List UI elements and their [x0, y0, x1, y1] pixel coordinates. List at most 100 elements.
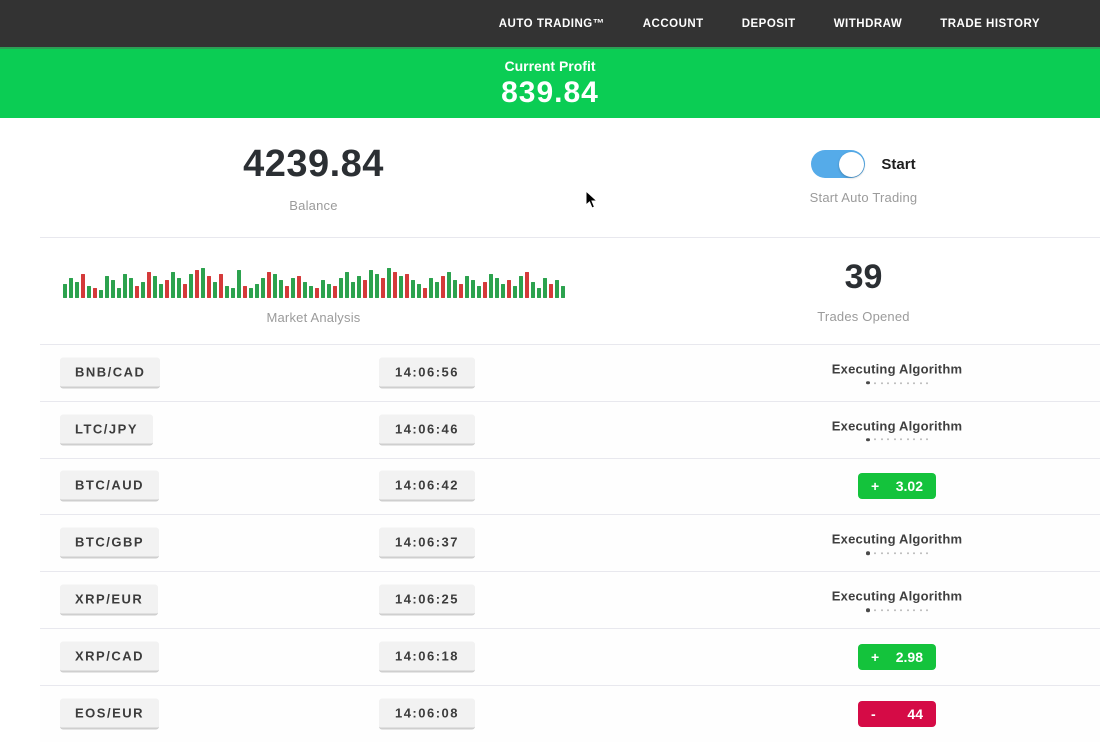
nav-item-trade-history[interactable]: TRADE HISTORY — [940, 18, 1040, 30]
time-badge: 14:06:46 — [379, 414, 475, 445]
candle-bar — [363, 280, 367, 298]
progress-dot — [920, 552, 922, 554]
executing-algorithm-label: Executing Algorithm — [832, 418, 962, 433]
result-zone: -44 — [797, 701, 997, 727]
candle-bar — [177, 278, 181, 298]
trade-row: XRP/EUR14:06:25Executing Algorithm — [40, 572, 1100, 629]
balance-value: 4239.84 — [243, 143, 384, 186]
candle-bar — [375, 274, 379, 298]
progress-dot — [900, 552, 902, 554]
nav-item-account[interactable]: ACCOUNT — [643, 18, 704, 30]
candle-bar — [399, 276, 403, 298]
executing-algorithm-label: Executing Algorithm — [832, 361, 962, 376]
progress-dot — [881, 609, 883, 611]
candle-bar — [429, 278, 433, 298]
market-analysis-block: Market Analysis — [0, 238, 627, 344]
progress-dot — [900, 439, 902, 441]
candle-bar — [243, 286, 247, 298]
candle-bar — [495, 278, 499, 298]
candle-bar — [87, 286, 91, 298]
candle-bar — [231, 288, 235, 298]
candle-bar — [69, 278, 73, 298]
trade-row: EOS/EUR14:06:08-44 — [40, 686, 1100, 742]
time-badge: 14:06:18 — [379, 641, 475, 672]
progress-dot — [894, 552, 896, 554]
candle-bar — [405, 274, 409, 298]
executing-algorithm-label: Executing Algorithm — [832, 588, 962, 603]
trade-row: XRP/CAD14:06:18+2.98 — [40, 629, 1100, 686]
trade-result-badge: +3.02 — [858, 473, 936, 499]
candle-bar — [501, 284, 505, 298]
progress-dot — [894, 382, 896, 384]
candle-bar — [135, 286, 139, 298]
result-zone: Executing Algorithm — [797, 418, 997, 442]
candle-bar — [207, 276, 211, 298]
pair-badge: BTC/AUD — [60, 471, 159, 502]
progress-dot — [866, 608, 870, 612]
progress-dots — [866, 552, 928, 556]
candle-bar — [219, 274, 223, 298]
candle-bar — [549, 284, 553, 298]
progress-dot — [866, 552, 870, 556]
pair-badge: BTC/GBP — [60, 528, 159, 559]
candle-bar — [513, 286, 517, 298]
nav-item-withdraw[interactable]: WITHDRAW — [834, 18, 903, 30]
candle-bar — [519, 276, 523, 298]
auto-trading-toggle[interactable] — [811, 150, 865, 178]
progress-dot — [874, 382, 876, 384]
progress-dot — [894, 609, 896, 611]
progress-dot — [900, 382, 902, 384]
progress-dots — [866, 608, 928, 612]
candle-bar — [291, 278, 295, 298]
current-profit-banner: Current Profit 839.84 — [0, 47, 1100, 118]
candle-bar — [489, 274, 493, 298]
trades-opened-block: 39 Trades Opened — [627, 238, 1100, 344]
progress-dot — [913, 439, 915, 441]
auto-trading-block: Start Start Auto Trading — [627, 118, 1100, 237]
candle-bar — [393, 272, 397, 298]
candle-bar — [237, 270, 241, 298]
progress-dot — [874, 439, 876, 441]
market-row: Market Analysis 39 Trades Opened — [0, 238, 1100, 344]
candle-bar — [351, 282, 355, 298]
candle-bar — [261, 278, 265, 298]
trade-row: LTC/JPY 14:06:46 Executing Algorithm — [40, 402, 1100, 459]
trades-opened-label: Trades Opened — [817, 309, 909, 324]
start-auto-trading-label: Start Auto Trading — [810, 190, 918, 205]
candle-bar — [435, 282, 439, 298]
candle-bar — [465, 276, 469, 298]
candle-bar — [195, 270, 199, 298]
progress-dot — [920, 609, 922, 611]
candle-bar — [147, 272, 151, 298]
pair-badge: LTC/JPY — [60, 414, 153, 445]
trade-row: BNB/CAD14:06:56Executing Algorithm — [40, 345, 1100, 402]
candle-bar — [345, 272, 349, 298]
trade-row: BTC/GBP14:06:37Executing Algorithm — [40, 515, 1100, 572]
progress-dot — [894, 439, 896, 441]
top-nav: AUTO TRADING™ ACCOUNT DEPOSIT WITHDRAW TRADE… — [0, 0, 1100, 47]
candle-bar — [183, 284, 187, 298]
progress-dot — [887, 382, 889, 384]
candle-bar — [459, 284, 463, 298]
candle-bar — [267, 272, 271, 298]
candle-bar — [75, 282, 79, 298]
candle-bar — [441, 276, 445, 298]
result-zone: +2.98 — [797, 644, 997, 670]
progress-dot — [887, 552, 889, 554]
candle-bar — [297, 276, 301, 298]
candle-bar — [447, 272, 451, 298]
market-analysis-label: Market Analysis — [266, 310, 360, 325]
candle-bar — [255, 284, 259, 298]
candle-bar — [315, 288, 319, 298]
candle-bar — [249, 288, 253, 298]
result-zone: +3.02 — [797, 473, 997, 499]
nav-item-deposit[interactable]: DEPOSIT — [742, 18, 796, 30]
nav-item-auto-trading[interactable]: AUTO TRADING™ — [499, 18, 605, 30]
candle-bar — [303, 282, 307, 298]
candle-bar — [201, 268, 205, 298]
progress-dot — [874, 552, 876, 554]
candle-bar — [561, 286, 565, 298]
executing-algorithm-label: Executing Algorithm — [832, 532, 962, 547]
candle-bar — [153, 276, 157, 298]
candle-bar — [159, 284, 163, 298]
